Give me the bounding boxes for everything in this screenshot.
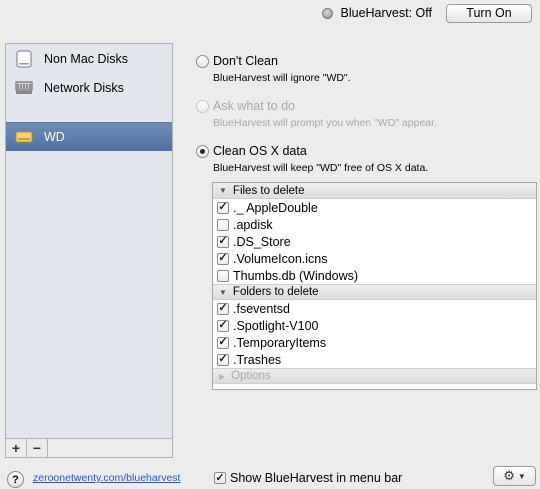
item-checkbox[interactable]: ✓: [217, 319, 229, 332]
status-indicator-icon: [321, 7, 333, 19]
item-checkbox[interactable]: ✓: [217, 201, 229, 214]
disclosure-triangle-icon: ▼: [219, 186, 227, 195]
item-label: .TemporaryItems: [233, 335, 327, 350]
ask-description: BlueHarvest will prompt you when "WD" ap…: [213, 117, 437, 129]
item-label: .fseventsd: [233, 301, 290, 316]
network-icon: [14, 79, 34, 97]
turn-on-button[interactable]: Turn On: [446, 3, 532, 23]
ask-radio: [196, 99, 209, 113]
clean-radio[interactable]: [196, 144, 209, 158]
sidebar-item-non-mac-disks[interactable]: Non Mac Disks: [6, 44, 172, 73]
menu-bar-label: Show BlueHarvest in menu bar: [230, 471, 403, 485]
sidebar-item-wd[interactable]: WD: [6, 122, 172, 151]
clean-description: BlueHarvest will keep "WD" free of OS X …: [213, 162, 429, 174]
list-item[interactable]: ✓ ._ AppleDouble: [213, 199, 536, 216]
list-item[interactable]: ✓ .TemporaryItems: [213, 334, 536, 351]
option-dont-clean[interactable]: Don't Clean: [196, 54, 278, 68]
menu-bar-checkbox[interactable]: ✓: [214, 472, 226, 484]
files-header[interactable]: ▼ Files to delete: [213, 183, 536, 199]
list-item[interactable]: ✓ .Trashes: [213, 351, 536, 368]
list-item[interactable]: ✓ .DS_Store: [213, 233, 536, 250]
option-ask: Ask what to do: [196, 99, 295, 113]
item-label: .apdisk: [233, 217, 273, 232]
item-checkbox[interactable]: ✓: [217, 235, 229, 248]
item-label: .DS_Store: [233, 234, 291, 249]
item-checkbox[interactable]: [217, 269, 229, 282]
sidebar-item-label: WD: [44, 130, 65, 144]
dont-clean-label: Don't Clean: [213, 54, 278, 68]
drive-icon: [14, 128, 34, 146]
chevron-down-icon: ▼: [517, 471, 526, 481]
sidebar-item-label: Non Mac Disks: [44, 51, 129, 66]
ask-label: Ask what to do: [213, 99, 295, 113]
item-checkbox[interactable]: ✓: [217, 353, 229, 366]
disclosure-triangle-icon: ▼: [219, 287, 227, 297]
clean-label: Clean OS X data: [213, 144, 307, 158]
sidebar-toolbar: + −: [6, 438, 172, 457]
files-header-label: Files to delete: [232, 184, 305, 197]
item-label: .VolumeIcon.icns: [233, 251, 328, 266]
option-clean[interactable]: Clean OS X data: [196, 144, 307, 158]
sidebar-item-network-disks[interactable]: Network Disks: [6, 73, 172, 102]
delete-list: ▼ Files to delete ✓ ._ AppleDouble .apdisk…: [212, 182, 537, 390]
item-checkbox[interactable]: [217, 218, 229, 231]
disclosure-triangle-right-icon: ▶: [219, 371, 226, 381]
item-checkbox[interactable]: ✓: [217, 302, 229, 315]
disk-icon: [14, 50, 34, 68]
item-label: ._ AppleDouble: [233, 200, 318, 215]
list-item[interactable]: ✓ .Spotlight-V100: [213, 317, 536, 334]
item-checkbox[interactable]: ✓: [217, 336, 229, 349]
add-disk-button[interactable]: +: [6, 439, 27, 457]
options-header-label: Options: [231, 370, 271, 382]
sidebar-item-label: Network Disks: [44, 80, 124, 95]
list-item[interactable]: ✓ .VolumeIcon.icns: [213, 250, 536, 267]
item-label: Thumbs.db (Windows): [233, 268, 359, 283]
disk-sidebar: Non Mac Disks Network Disks WD + −: [5, 43, 173, 458]
gear-icon: ⚙: [503, 468, 515, 483]
item-checkbox[interactable]: ✓: [217, 252, 229, 265]
remove-disk-button[interactable]: −: [27, 439, 48, 457]
action-menu-button[interactable]: ⚙ ▼: [493, 466, 536, 486]
item-label: .Spotlight-V100: [233, 318, 319, 333]
website-link[interactable]: zeroonetwenty.com/blueharvest: [33, 472, 180, 484]
folders-header-label: Folders to delete: [232, 286, 319, 298]
status-bar: BlueHarvest: Off Turn On: [321, 3, 532, 23]
dont-clean-description: BlueHarvest will ignore "WD".: [213, 72, 351, 84]
list-item[interactable]: .apdisk: [213, 216, 536, 233]
folders-header[interactable]: ▼ Folders to delete: [213, 284, 536, 300]
list-item[interactable]: Thumbs.db (Windows): [213, 267, 536, 284]
options-header: ▶ Options: [213, 368, 536, 384]
list-item[interactable]: ✓ .fseventsd: [213, 300, 536, 317]
help-button[interactable]: ?: [7, 471, 24, 488]
item-label: .Trashes: [233, 352, 282, 367]
status-label: BlueHarvest: Off: [340, 6, 432, 20]
menu-bar-option[interactable]: ✓ Show BlueHarvest in menu bar: [214, 471, 402, 485]
dont-clean-radio[interactable]: [196, 54, 209, 68]
